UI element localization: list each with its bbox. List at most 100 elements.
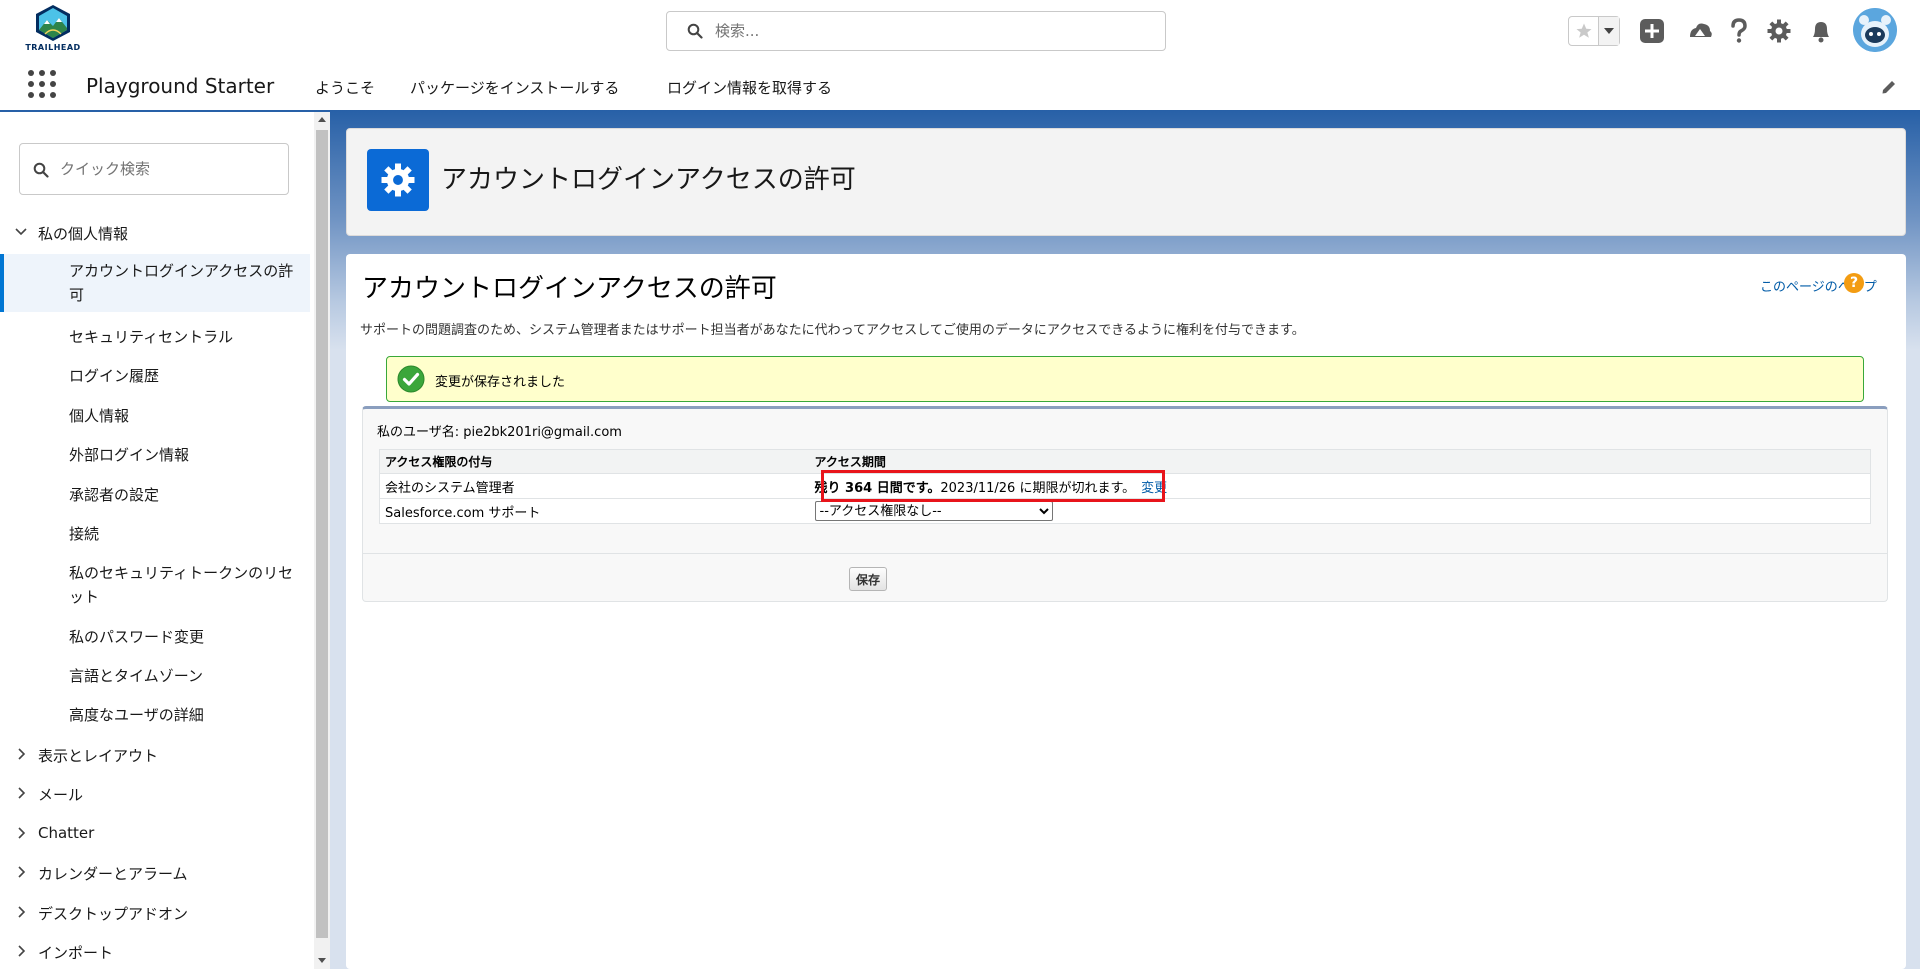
tree-item-label: 接続	[69, 525, 100, 543]
chevron-right-icon	[18, 906, 26, 918]
chevron-down-icon	[1604, 28, 1614, 34]
tree-item-label: 承認者の設定	[69, 486, 160, 504]
tree-item-approver-settings[interactable]: 承認者の設定	[0, 478, 310, 512]
tree-item-security-central[interactable]: セキュリティセントラル	[0, 320, 310, 354]
tree-item-label: アカウントログインアクセスの許可	[69, 262, 294, 304]
tree-item-login-history[interactable]: ログイン履歴	[0, 359, 310, 393]
quick-find-box[interactable]	[19, 143, 289, 195]
app-navigation-bar: Playground Starter ようこそ パッケージをインストールする ロ…	[0, 62, 1920, 172]
username-line: 私のユーザ名: pie2bk201ri@gmail.com	[377, 425, 622, 440]
save-button[interactable]: 保存	[849, 567, 887, 591]
tree-section-display-layout[interactable]: 表示とレイアウト	[0, 737, 314, 773]
global-search-box[interactable]	[666, 11, 1166, 51]
quick-find-input[interactable]	[60, 158, 270, 180]
grantee-cell: Salesforce.com サポート	[379, 498, 810, 524]
tree-item-connections[interactable]: 接続	[0, 517, 310, 551]
tree-section-chatter[interactable]: Chatter	[0, 816, 314, 852]
app-name: Playground Starter	[86, 74, 275, 98]
success-message-text: 変更が保存されました	[435, 375, 566, 390]
help-question-icon[interactable]: ?	[1844, 273, 1864, 293]
star-icon	[1576, 23, 1591, 38]
grantee-cell: 会社のシステム管理者	[379, 473, 810, 499]
tree-item-label: ログイン履歴	[69, 367, 160, 385]
tree-item-change-password[interactable]: 私のパスワード変更	[0, 620, 310, 654]
trailhead-mountain-icon	[36, 5, 70, 41]
tree-section-desktop-addons[interactable]: デスクトップアドオン	[0, 895, 314, 931]
sidebar-scrollbar[interactable]	[314, 112, 330, 969]
search-icon	[33, 162, 49, 178]
favorites-list-button[interactable]	[1599, 17, 1619, 45]
success-message-box: 変更が保存されました	[386, 356, 1864, 402]
chevron-right-icon	[18, 748, 26, 760]
page-header-title: アカウントログインアクセスの許可	[441, 165, 856, 195]
table-row: Salesforce.com サポート --アクセス権限なし--	[379, 498, 1871, 524]
scrollbar-thumb[interactable]	[316, 130, 328, 938]
trailhead-guidance-button[interactable]	[1685, 16, 1715, 46]
tree-section-personal-info[interactable]: 私の個人情報	[0, 215, 314, 251]
global-header: TRAILHEAD	[0, 0, 1920, 62]
user-avatar[interactable]	[1853, 8, 1897, 52]
red-highlight-annotation	[821, 470, 1165, 502]
page-description: サポートの問題調査のため、システム管理者またはサポート担当者があなたに代わってア…	[360, 323, 1305, 338]
login-access-block: 私のユーザ名: pie2bk201ri@gmail.com アクセス権限の付与 …	[362, 406, 1888, 602]
favorite-star-button[interactable]	[1569, 17, 1599, 45]
tree-item-label: 外部ログイン情報	[69, 446, 190, 464]
tree-section-label: カレンダーとアラーム	[38, 865, 188, 883]
nav-item-install-packages[interactable]: パッケージをインストールする	[410, 77, 619, 98]
trailhead-logo[interactable]: TRAILHEAD	[18, 4, 88, 60]
tree-item-label: 私のパスワード変更	[69, 628, 205, 646]
tree-section-label: インポート	[38, 944, 114, 962]
pencil-icon	[1882, 81, 1895, 94]
tree-item-personal-info[interactable]: 個人情報	[0, 399, 310, 433]
access-duration-select[interactable]: --アクセス権限なし--	[814, 501, 1053, 521]
chevron-right-icon	[18, 827, 26, 839]
tree-section-label: メール	[38, 786, 84, 804]
chevron-right-icon	[18, 945, 26, 957]
tree-section-calendar-alarms[interactable]: カレンダーとアラーム	[0, 855, 314, 891]
chevron-right-icon	[18, 787, 26, 799]
block-divider	[363, 553, 1887, 554]
tree-item-label: 高度なユーザの詳細	[69, 706, 204, 724]
tree-item-grant-login-access[interactable]: アカウントログインアクセスの許可	[0, 254, 310, 312]
tree-item-external-login[interactable]: 外部ログイン情報	[0, 438, 310, 472]
scroll-up-arrow-icon[interactable]	[318, 117, 326, 122]
bell-icon	[1813, 22, 1829, 43]
page-header: アカウントログインアクセスの許可	[346, 128, 1906, 236]
chevron-down-icon	[15, 228, 27, 236]
content-card: アカウントログインアクセスの許可 このページのヘルプ ? サポートの問題調査のた…	[346, 254, 1906, 969]
nav-item-welcome[interactable]: ようこそ	[315, 77, 375, 98]
global-search-input[interactable]	[715, 20, 1135, 42]
notifications-button[interactable]	[1806, 16, 1836, 46]
setup-button[interactable]	[1764, 16, 1794, 46]
help-button[interactable]	[1724, 16, 1754, 46]
setup-sidebar: 私の個人情報 アカウントログインアクセスの許可 セキュリティセントラル ログイン…	[0, 112, 314, 969]
tree-section-import[interactable]: インポート	[0, 934, 314, 969]
tree-section-email[interactable]: メール	[0, 776, 314, 812]
check-circle-icon	[397, 365, 425, 393]
tree-item-language-timezone[interactable]: 言語とタイムゾーン	[0, 659, 310, 693]
tree-section-label: デスクトップアドオン	[38, 905, 189, 923]
tree-section-label: 表示とレイアウト	[38, 747, 159, 765]
logo-text: TRAILHEAD	[25, 43, 81, 52]
favorites-group	[1568, 16, 1620, 46]
add-icon	[1640, 19, 1664, 43]
global-actions-button[interactable]	[1637, 16, 1667, 46]
scroll-down-arrow-icon[interactable]	[318, 958, 326, 963]
search-icon	[687, 23, 703, 39]
guidance-center-icon	[1690, 23, 1712, 37]
setup-gear-tile	[367, 149, 429, 211]
tree-item-reset-security-token[interactable]: 私のセキュリティトークンのリセット	[0, 556, 310, 614]
app-launcher-button[interactable]	[28, 70, 58, 100]
page-title: アカウントログインアクセスの許可	[362, 274, 777, 304]
tree-item-label: 私のセキュリティトークンのリセット	[69, 564, 294, 606]
edit-nav-button[interactable]	[1880, 78, 1898, 100]
gear-icon	[1767, 19, 1791, 43]
tree-section-label: Chatter	[38, 824, 95, 842]
tree-item-label: セキュリティセントラル	[69, 328, 234, 346]
tree-item-advanced-user-details[interactable]: 高度なユーザの詳細	[0, 698, 310, 732]
astro-avatar-icon	[1853, 8, 1897, 52]
tree-section-label: 私の個人情報	[38, 225, 129, 243]
nav-item-get-login-info[interactable]: ログイン情報を取得する	[667, 77, 832, 98]
chevron-right-icon	[18, 866, 26, 878]
tree-item-label: 言語とタイムゾーン	[69, 667, 203, 685]
